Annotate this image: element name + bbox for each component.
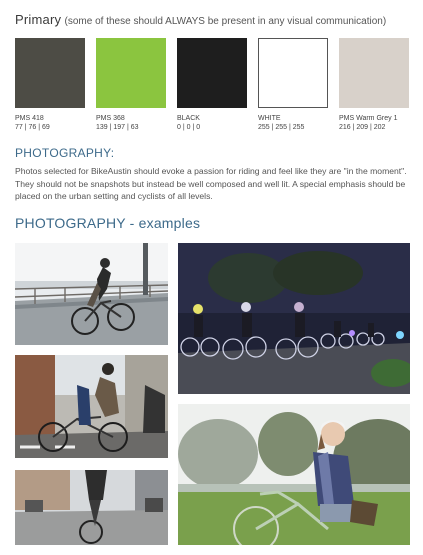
swatch-label-pms-368: PMS 368 139 | 197 | 63 bbox=[96, 114, 139, 132]
swatch-white bbox=[258, 38, 328, 108]
photo-city-street bbox=[15, 355, 168, 458]
swatch-black bbox=[177, 38, 247, 108]
examples-heading: PHOTOGRAPHY - examples bbox=[15, 215, 201, 231]
swatch-name: PMS 418 bbox=[15, 115, 44, 122]
swatch-name: PMS 368 bbox=[96, 115, 125, 122]
photography-heading: PHOTOGRAPHY: bbox=[15, 146, 115, 160]
swatch-label-black: BLACK 0 | 0 | 0 bbox=[177, 114, 200, 132]
swatch-rgb: 0 | 0 | 0 bbox=[177, 124, 201, 131]
swatch-pms-368 bbox=[96, 38, 166, 108]
swatch-rgb: 216 | 209 | 202 bbox=[339, 124, 386, 131]
photo-rider-street bbox=[15, 470, 168, 545]
swatch-rgb: 139 | 197 | 63 bbox=[96, 124, 139, 131]
photo-woman-park bbox=[178, 404, 410, 545]
primary-heading: Primary (some of these should ALWAYS be … bbox=[15, 12, 386, 27]
swatch-warm-grey-1 bbox=[339, 38, 409, 108]
swatch-pms-418 bbox=[15, 38, 85, 108]
photo-cyclist-bridge bbox=[15, 243, 168, 345]
swatch-name: WHITE bbox=[258, 115, 281, 122]
swatch-name: BLACK bbox=[177, 115, 200, 122]
swatch-label-white: WHITE 255 | 255 | 255 bbox=[258, 114, 304, 132]
photo-night-group-ride bbox=[178, 243, 410, 394]
swatch-rgb: 255 | 255 | 255 bbox=[258, 124, 305, 131]
swatch-label-warm-grey-1: PMS Warm Grey 1 216 | 209 | 202 bbox=[339, 114, 397, 132]
photography-description: Photos selected for BikeAustin should ev… bbox=[15, 166, 407, 202]
primary-title: Primary bbox=[15, 12, 62, 27]
swatch-label-pms-418: PMS 418 77 | 76 | 69 bbox=[15, 114, 50, 132]
primary-subtitle: (some of these should ALWAYS be present … bbox=[64, 16, 387, 27]
swatch-name: PMS Warm Grey 1 bbox=[339, 115, 398, 122]
swatch-rgb: 77 | 76 | 69 bbox=[15, 124, 50, 131]
